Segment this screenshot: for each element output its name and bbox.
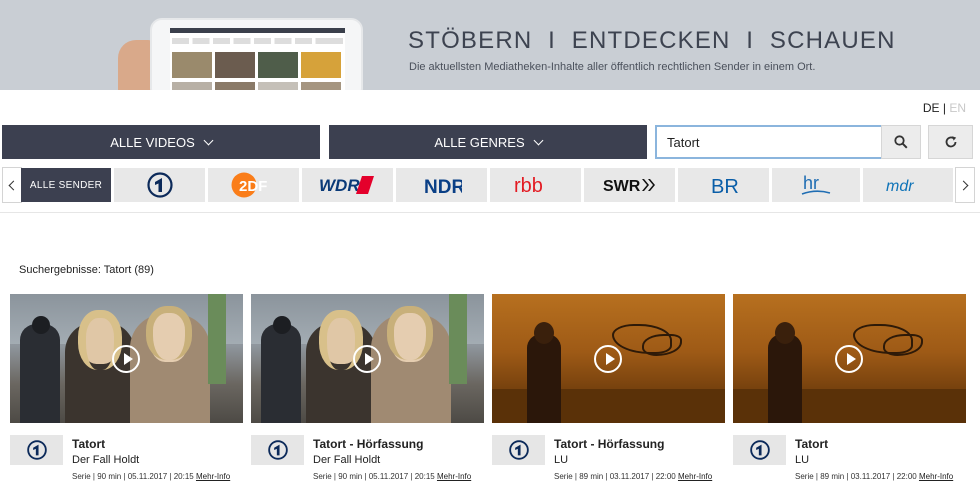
das-erste-logo-icon <box>146 172 173 198</box>
banner-subtitle: Die aktuellsten Mediatheken-Inhalte alle… <box>409 61 816 73</box>
channel-swr[interactable]: SWR <box>584 168 675 202</box>
play-icon[interactable] <box>835 345 863 373</box>
channel-logo <box>733 435 786 465</box>
video-meta: Serie | 90 min | 05.11.2017 | 20:15 Mehr… <box>313 472 471 481</box>
all-videos-dropdown[interactable]: ALLE VIDEOS <box>2 125 320 159</box>
channel-mdr[interactable]: mdr <box>863 168 953 202</box>
video-title[interactable]: Tatort <box>72 437 105 451</box>
banner-title: STÖBERN I ENTDECKEN I SCHAUEN <box>408 27 896 54</box>
channel-wdr[interactable]: WDR <box>302 168 393 202</box>
more-info-link[interactable]: Mehr-Info <box>437 472 471 481</box>
divider <box>0 212 980 213</box>
channel-zdf[interactable]: 2DF <box>208 168 299 202</box>
video-meta-text: Serie | 90 min | 05.11.2017 | 20:15 <box>72 472 194 481</box>
all-genres-label: ALLE GENRES <box>434 134 525 150</box>
video-subtitle: Der Fall Holdt <box>313 454 381 466</box>
channel-next-button[interactable] <box>955 167 975 203</box>
video-meta: Serie | 89 min | 03.11.2017 | 22:00 Mehr… <box>795 472 953 481</box>
mdr-logo-icon: mdr <box>886 178 914 195</box>
video-thumbnail[interactable] <box>733 294 966 423</box>
tablet-image <box>150 18 363 90</box>
video-meta-text: Serie | 89 min | 03.11.2017 | 22:00 <box>795 472 917 481</box>
video-thumbnail[interactable] <box>251 294 484 423</box>
lang-de-link[interactable]: DE <box>923 101 940 115</box>
promo-banner: STÖBERN I ENTDECKEN I SCHAUEN Die aktuel… <box>0 0 980 90</box>
ndr-logo-icon: NDR <box>424 177 462 197</box>
refresh-icon <box>945 136 956 148</box>
all-genres-dropdown[interactable]: ALLE GENRES <box>329 125 647 159</box>
rbb-logo-text: rbb <box>514 175 543 197</box>
channel-strip: ALLE SENDER 2DF WDR NDR rbb SWR BR hr md… <box>0 167 980 205</box>
das-erste-logo-icon <box>749 440 770 460</box>
channel-rbb[interactable]: rbb <box>490 168 581 202</box>
channel-all[interactable]: ALLE SENDER <box>21 168 111 202</box>
das-erste-logo-icon <box>267 440 288 460</box>
play-icon[interactable] <box>353 345 381 373</box>
hr-logo-text: hr <box>803 173 819 193</box>
play-icon[interactable] <box>594 345 622 373</box>
channel-prev-button[interactable] <box>2 167 22 203</box>
channel-br[interactable]: BR <box>678 168 769 202</box>
lang-separator: | <box>942 101 946 115</box>
chevron-left-icon <box>8 180 19 190</box>
more-info-link[interactable]: Mehr-Info <box>196 472 230 481</box>
video-title[interactable]: Tatort - Hörfassung <box>554 437 664 451</box>
channel-logo <box>492 435 545 465</box>
wdr-logo-text: WDR <box>319 176 360 195</box>
play-icon[interactable] <box>112 345 140 373</box>
video-card[interactable]: Tatort LU Serie | 89 min | 03.11.2017 | … <box>733 294 966 490</box>
channel-logo <box>10 435 63 465</box>
video-meta-text: Serie | 90 min | 05.11.2017 | 20:15 <box>313 472 435 481</box>
channel-ndr[interactable]: NDR <box>396 168 487 202</box>
das-erste-logo-icon <box>26 440 47 460</box>
results-count: Suchergebnisse: Tatort (89) <box>19 264 154 276</box>
video-meta-text: Serie | 89 min | 03.11.2017 | 22:00 <box>554 472 676 481</box>
br-logo-icon: BR <box>711 176 739 197</box>
channel-hr[interactable]: hr <box>772 168 860 202</box>
video-subtitle: Der Fall Holdt <box>72 454 140 466</box>
video-subtitle: LU <box>795 454 810 466</box>
hr-logo-icon: hr <box>801 173 831 195</box>
video-meta: Serie | 89 min | 03.11.2017 | 22:00 Mehr… <box>554 472 712 481</box>
chevron-down-icon <box>533 135 544 145</box>
channel-logo <box>251 435 304 465</box>
mdr-logo-text: mdr <box>886 178 914 195</box>
search-button[interactable] <box>881 125 921 159</box>
all-videos-label: ALLE VIDEOS <box>110 134 195 150</box>
zdf-logo-icon: 2DF <box>231 172 267 198</box>
more-info-link[interactable]: Mehr-Info <box>678 472 712 481</box>
video-subtitle: LU <box>554 454 569 466</box>
ndr-logo-text: NDR <box>424 177 462 197</box>
video-title[interactable]: Tatort - Hörfassung <box>313 437 423 451</box>
video-thumbnail[interactable] <box>10 294 243 423</box>
zdf-logo-text: 2DF <box>239 178 267 195</box>
br-logo-text: BR <box>711 176 739 197</box>
video-title[interactable]: Tatort <box>795 437 828 451</box>
chevron-down-icon <box>203 135 214 145</box>
video-card[interactable]: Tatort - Hörfassung LU Serie | 89 min | … <box>492 294 725 490</box>
more-info-link[interactable]: Mehr-Info <box>919 472 953 481</box>
rbb-logo-icon: rbb <box>514 175 543 197</box>
video-card[interactable]: Tatort Der Fall Holdt Serie | 90 min | 0… <box>10 294 243 490</box>
search-icon <box>894 135 908 149</box>
das-erste-logo-icon <box>508 440 529 460</box>
video-card[interactable]: Tatort - Hörfassung Der Fall Holdt Serie… <box>251 294 484 490</box>
video-meta: Serie | 90 min | 05.11.2017 | 20:15 Mehr… <box>72 472 230 481</box>
swr-logo-icon: SWR <box>603 178 655 195</box>
chevron-right-icon <box>958 180 969 190</box>
reset-button[interactable] <box>928 125 973 159</box>
lang-en-link[interactable]: EN <box>949 101 966 115</box>
language-switch: DE | EN <box>923 101 966 115</box>
search-input[interactable] <box>655 125 886 159</box>
video-thumbnail[interactable] <box>492 294 725 423</box>
channel-das-erste[interactable] <box>114 168 205 202</box>
channel-all-label: ALLE SENDER <box>29 179 103 191</box>
swr-logo-text: SWR <box>603 178 641 195</box>
wdr-logo-icon: WDR <box>319 176 374 195</box>
